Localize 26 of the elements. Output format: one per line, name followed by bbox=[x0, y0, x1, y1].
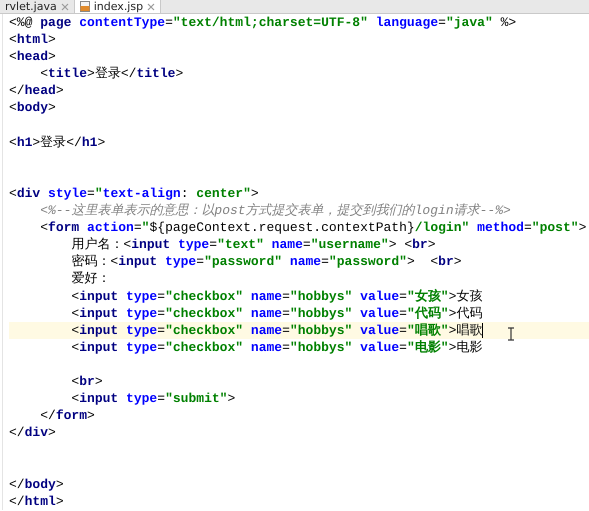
code-line: </form> bbox=[39, 407, 96, 424]
code-line: <%--这里表单表示的意思：以post方式提交表单，提交到我们的login请求--%> bbox=[39, 202, 512, 220]
code-line: <h1>登录</h1> bbox=[9, 134, 106, 151]
code-line: <body> bbox=[9, 99, 57, 117]
code-line: <br> bbox=[70, 372, 104, 390]
editor-tab[interactable]: index.jsp bbox=[74, 0, 162, 13]
text-cursor-icon bbox=[507, 327, 515, 341]
code-line: <title>登录</title> bbox=[39, 65, 184, 82]
code-line: </html> bbox=[9, 492, 65, 510]
code-line: <input type="submit"> bbox=[70, 390, 236, 408]
code-line: <%@ page contentType="text/html;charset=UTF-8" language="java" %> bbox=[9, 14, 518, 32]
code-line: <html> bbox=[9, 31, 57, 48]
code-line: 爱好： bbox=[70, 270, 112, 288]
close-icon[interactable] bbox=[147, 2, 156, 10]
code-line: <form action="${pageContext.request.contextPath}/login" method="post"> bbox=[39, 219, 588, 236]
code-line: <head> bbox=[9, 48, 57, 66]
code-line: 用户名：<input type="text" name="username"> <br> bbox=[70, 236, 437, 254]
code-line: <input type="checkbox" name="hobbys" value="代码">代码 bbox=[70, 304, 484, 322]
code-line: 密码：<input type="password" name="password"> <br> bbox=[70, 253, 463, 270]
code-line: <input type="checkbox" name="hobbys" value="女孩">女孩 bbox=[70, 288, 484, 305]
code-line: </head> bbox=[9, 82, 65, 100]
close-icon[interactable] bbox=[60, 2, 69, 10]
code-line: </div> bbox=[9, 424, 57, 442]
code-line: </body> bbox=[9, 476, 65, 493]
code-line: <input type="checkbox" name="hobbys" value="电影">电影 bbox=[70, 338, 484, 356]
code-line: <div style="text-align: center"> bbox=[9, 184, 260, 202]
